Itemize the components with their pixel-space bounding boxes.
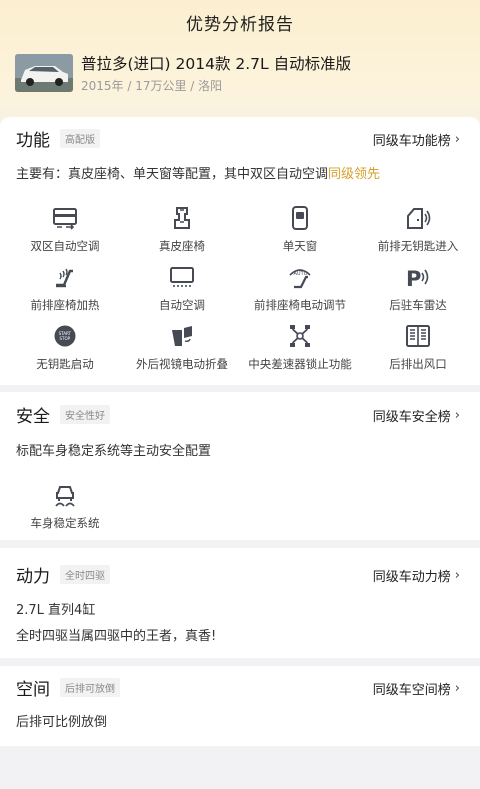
diff-lock-icon: [290, 325, 310, 347]
section-tag: 高配版: [60, 128, 100, 148]
feature-label: 无钥匙启动: [36, 357, 94, 371]
feature-label: 后驻车雷达: [389, 298, 447, 312]
dual-zone-ac-icon: [53, 208, 77, 230]
power-rank-link[interactable]: 同级车动力榜 ›: [373, 566, 460, 585]
space-rank-link[interactable]: 同级车空间榜 ›: [373, 679, 460, 698]
feature-item: 单天窗: [240, 206, 360, 254]
feature-label: 后排出风口: [389, 357, 447, 371]
feature-item: 后排出风口: [358, 324, 478, 372]
chevron-right-icon: ›: [454, 132, 460, 147]
feature-item: 双区自动空调: [5, 206, 125, 254]
feature-label: 单天窗: [282, 239, 318, 253]
power-engine: 2.7L 直列4缸: [16, 603, 96, 618]
section-tag: 后排可放倒: [60, 677, 120, 697]
feature-label: 中央差速器锁止功能: [248, 357, 352, 371]
feature-item: 外后视镜电动折叠: [122, 324, 242, 372]
safety-card: 安全 安全性好 同级车安全榜 › 标配车身稳定系统等主动安全配置 车身稳定系统: [0, 392, 480, 540]
feature-item: 前排座椅加热: [5, 265, 125, 313]
feature-item: 车身稳定系统: [5, 483, 125, 531]
power-card: 动力 全时四驱 同级车动力榜 › 2.7L 直列4缸 全时四驱当属四驱中的王者，…: [0, 548, 480, 658]
parking-radar-icon: P: [406, 267, 429, 289]
feature-label: 前排座椅加热: [30, 298, 100, 312]
safety-rank-link[interactable]: 同级车安全榜 ›: [373, 406, 460, 425]
feature-label: 前排无钥匙进入: [377, 239, 459, 253]
feature-label: 真皮座椅: [159, 239, 205, 253]
leather-seat-icon: [174, 207, 190, 229]
space-card: 空间 后排可放倒 同级车空间榜 › 后排可比例放倒: [0, 666, 480, 746]
section-title: 动力: [16, 566, 50, 587]
feature-item: 中央差速器锁止功能: [240, 324, 360, 372]
sunroof-icon: [292, 206, 308, 230]
seat-heating-icon: [56, 268, 73, 288]
safety-header: 安全 安全性好: [16, 404, 110, 427]
rank-label: 同级车功能榜: [372, 134, 451, 149]
section-title: 功能: [16, 130, 50, 151]
auto-ac-icon: [170, 267, 194, 287]
feature-label: 车身稳定系统: [30, 516, 100, 530]
space-desc: 后排可比例放倒: [16, 715, 108, 730]
section-title: 空间: [16, 679, 50, 700]
stability-control-icon: [55, 486, 75, 507]
car-meta: 2015年 / 17万公里 / 洛阳: [81, 79, 223, 93]
features-desc: 主要有：真皮座椅、单天窗等配置，其中双区自动空调同级领先: [16, 163, 380, 182]
feature-label: 双区自动空调: [30, 239, 100, 253]
chevron-right-icon: ›: [454, 408, 460, 423]
feature-label: 前排座椅电动调节: [254, 298, 346, 312]
section-tag: 全时四驱: [60, 564, 110, 584]
page-title: 优势分析报告: [186, 15, 294, 35]
svg-text:STOP: STOP: [60, 336, 71, 341]
feature-item: P 后驻车雷达: [358, 265, 478, 313]
feature-item: 真皮座椅: [122, 206, 242, 254]
space-header: 空间 后排可放倒: [16, 677, 120, 700]
safety-desc: 标配车身稳定系统等主动安全配置: [16, 444, 212, 459]
rank-label: 同级车安全榜: [372, 410, 451, 425]
feature-item: 前排无钥匙进入: [358, 206, 478, 254]
rank-label: 同级车动力榜: [372, 570, 451, 585]
desc-highlight: 同级领先: [328, 167, 381, 182]
features-rank-link[interactable]: 同级车功能榜 ›: [373, 130, 460, 149]
feature-item: AUTO 前排座椅电动调节: [240, 265, 360, 313]
car-summary[interactable]: 普拉多(进口) 2014款 2.7L 自动标准版 2015年 / 17万公里 /…: [15, 52, 475, 96]
desc-main: 主要有：真皮座椅、单天窗等配置，其中双区自动空调: [16, 167, 329, 182]
feature-label: 自动空调: [159, 298, 205, 312]
mirror-fold-icon: [172, 326, 192, 346]
section-title: 安全: [16, 406, 50, 427]
rank-label: 同级车空间榜: [372, 683, 451, 698]
power-header: 动力 全时四驱: [16, 564, 110, 587]
feature-label: 外后视镜电动折叠: [136, 357, 228, 371]
feature-item: 自动空调: [122, 265, 242, 313]
svg-text:P: P: [406, 267, 421, 289]
feature-item: START STOP 无钥匙启动: [5, 324, 125, 372]
section-tag: 安全性好: [60, 404, 110, 424]
power-desc: 全时四驱当属四驱中的王者，真香!: [16, 629, 217, 644]
car-name: 普拉多(进口) 2014款 2.7L 自动标准版: [81, 55, 352, 73]
chevron-right-icon: ›: [454, 681, 460, 696]
power-seat-icon: AUTO: [289, 269, 311, 289]
rear-vent-icon: [406, 325, 430, 347]
chevron-right-icon: ›: [454, 568, 460, 583]
car-thumbnail: [15, 54, 73, 92]
start-stop-icon: START STOP: [54, 325, 76, 347]
features-header: 功能 高配版: [16, 128, 100, 151]
features-card: 功能 高配版 同级车功能榜 › 主要有：真皮座椅、单天窗等配置，其中双区自动空调…: [0, 117, 480, 385]
keyless-entry-icon: [407, 208, 431, 229]
